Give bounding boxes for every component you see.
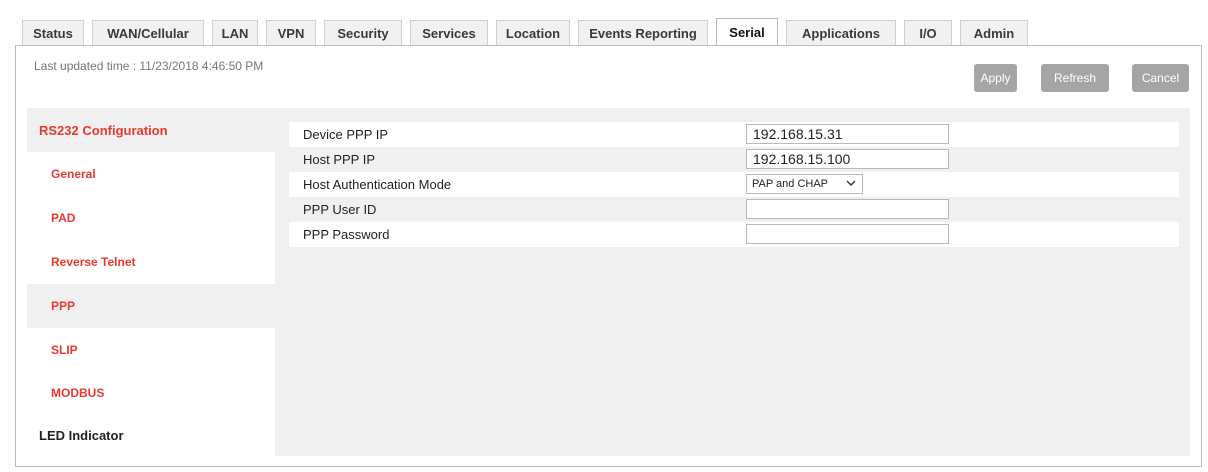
host-auth-mode-value: PAP and CHAP xyxy=(752,178,829,190)
tab-lan[interactable]: LAN xyxy=(212,20,258,46)
tab-admin[interactable]: Admin xyxy=(960,20,1028,46)
sidebar-item-modbus[interactable]: MODBUS xyxy=(27,372,275,414)
ppp-user-id-input[interactable] xyxy=(746,199,949,219)
form-row-host-auth-mode: Host Authentication Mode PAP and CHAP xyxy=(289,172,1179,197)
content-area: RS232 Configuration General PAD Reverse … xyxy=(27,108,1190,456)
chevron-down-icon xyxy=(846,178,856,191)
tab-status[interactable]: Status xyxy=(22,20,84,46)
sidebar-item-reverse-telnet[interactable]: Reverse Telnet xyxy=(27,240,275,284)
form-row-device-ppp-ip: Device PPP IP 192.168.15.31 xyxy=(289,122,1179,147)
tab-io[interactable]: I/O xyxy=(904,20,952,46)
tab-services[interactable]: Services xyxy=(410,20,488,46)
tab-events-reporting[interactable]: Events Reporting xyxy=(578,20,708,46)
apply-button[interactable]: Apply xyxy=(974,64,1017,92)
form-row-ppp-password: PPP Password xyxy=(289,222,1179,247)
ppp-password-label: PPP Password xyxy=(303,227,390,242)
host-ppp-ip-label: Host PPP IP xyxy=(303,152,376,167)
tab-serial[interactable]: Serial xyxy=(716,18,778,46)
device-ppp-ip-input[interactable]: 192.168.15.31 xyxy=(746,124,949,144)
last-updated-text: Last updated time : 11/23/2018 4:46:50 P… xyxy=(34,59,264,73)
refresh-button[interactable]: Refresh xyxy=(1041,64,1109,92)
sidebar-item-rs232-configuration[interactable]: RS232 Configuration xyxy=(27,108,275,152)
tab-vpn[interactable]: VPN xyxy=(266,20,316,46)
host-ppp-ip-input[interactable]: 192.168.15.100 xyxy=(746,149,949,169)
top-tab-bar: Status WAN/Cellular LAN VPN Security Ser… xyxy=(22,18,1036,46)
tab-location[interactable]: Location xyxy=(496,20,570,46)
sidebar-item-slip[interactable]: SLIP xyxy=(27,328,275,372)
sidebar-item-led-indicator[interactable]: LED Indicator xyxy=(27,414,275,456)
tab-wan-cellular[interactable]: WAN/Cellular xyxy=(92,20,204,46)
tab-applications[interactable]: Applications xyxy=(786,20,896,46)
serial-panel: Last updated time : 11/23/2018 4:46:50 P… xyxy=(15,45,1202,467)
sidebar-item-pad[interactable]: PAD xyxy=(27,196,275,240)
form-row-ppp-user-id: PPP User ID xyxy=(289,197,1179,222)
host-auth-mode-select[interactable]: PAP and CHAP xyxy=(746,174,863,194)
sidebar-item-ppp[interactable]: PPP xyxy=(27,284,275,328)
form-row-host-ppp-ip: Host PPP IP 192.168.15.100 xyxy=(289,147,1179,172)
tab-security[interactable]: Security xyxy=(324,20,402,46)
device-ppp-ip-label: Device PPP IP xyxy=(303,127,389,142)
cancel-button[interactable]: Cancel xyxy=(1132,64,1189,92)
ppp-user-id-label: PPP User ID xyxy=(303,202,377,217)
sidebar: RS232 Configuration General PAD Reverse … xyxy=(27,108,275,456)
host-auth-mode-label: Host Authentication Mode xyxy=(303,177,452,192)
ppp-password-input[interactable] xyxy=(746,224,949,244)
sidebar-item-general[interactable]: General xyxy=(27,152,275,196)
